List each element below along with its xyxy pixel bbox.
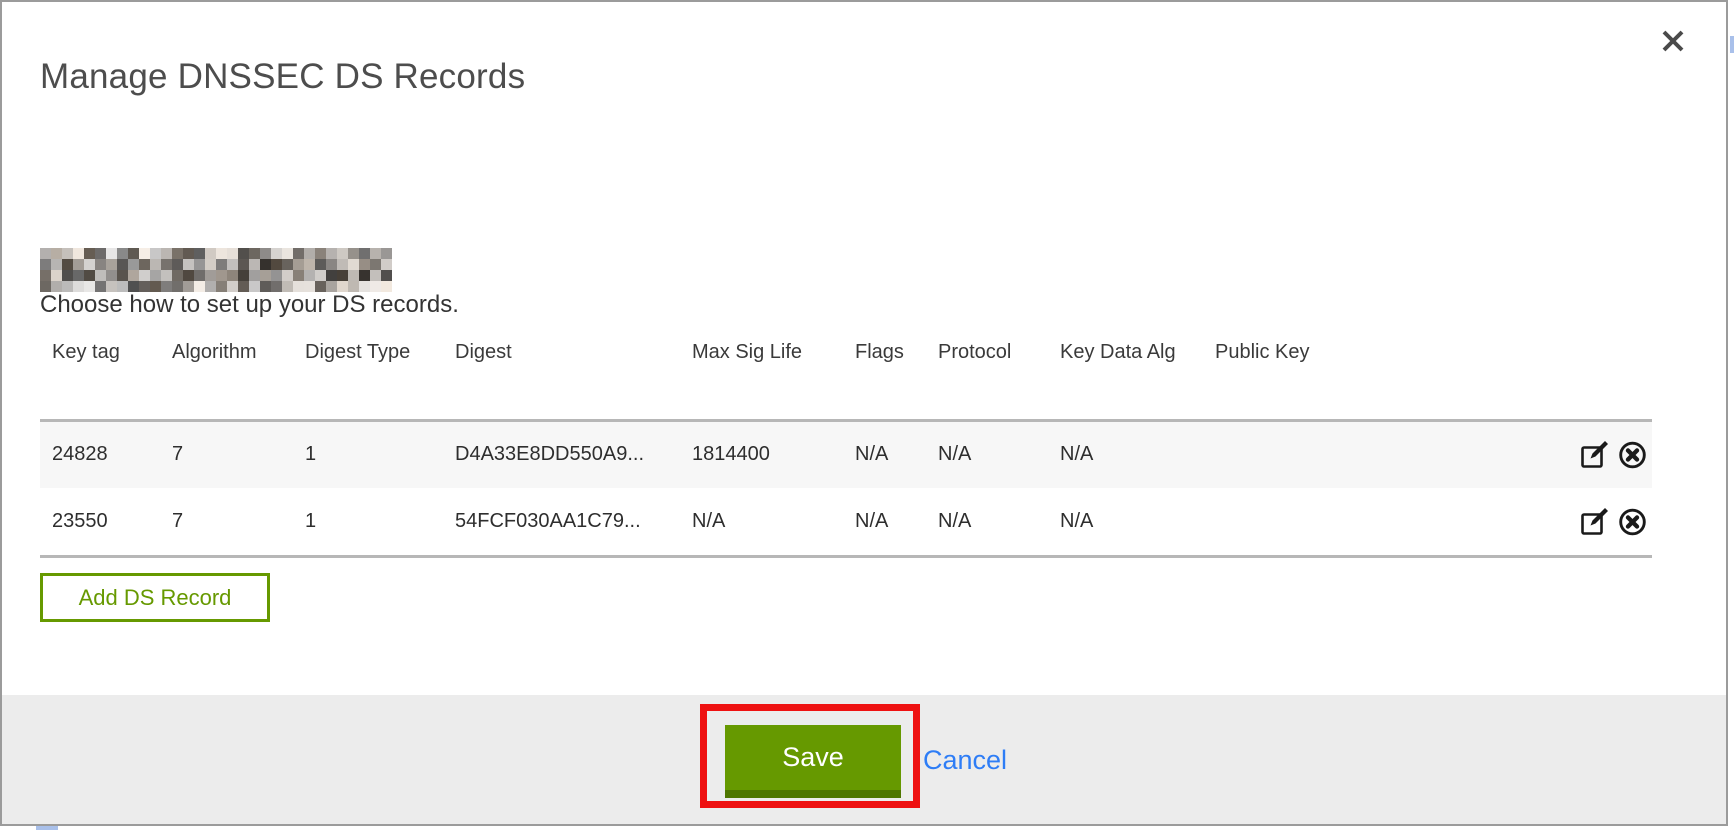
add-ds-record-button[interactable]: Add DS Record [40,573,270,622]
cell-flags: N/A [843,488,926,556]
cell-digest-type: 1 [293,488,443,556]
column-header-key-tag: Key tag [40,335,160,420]
cell-algorithm: 7 [160,420,293,488]
background-page-fragment [1730,36,1734,53]
cell-actions [1562,488,1652,556]
cancel-link[interactable]: Cancel [923,745,1007,776]
close-button[interactable] [1660,28,1692,60]
cell-digest-type: 1 [293,420,443,488]
cell-key-tag: 23550 [40,488,160,556]
cell-protocol: N/A [926,488,1048,556]
table-header-row: Key tag Algorithm Digest Type Digest Max… [40,335,1652,420]
instruction-text: Choose how to set up your DS records. [40,291,459,319]
screen: Manage DNSSEC DS Records Choose how to s… [0,0,1734,830]
save-button[interactable]: Save [725,725,901,798]
ds-records-table: Key tag Algorithm Digest Type Digest Max… [40,335,1652,558]
edit-record-button[interactable] [1579,439,1610,470]
column-header-digest-type: Digest Type [293,335,443,420]
modal-footer: Save Cancel [2,695,1726,824]
column-header-digest: Digest [443,335,680,420]
remove-record-button[interactable] [1617,439,1648,470]
cell-key-data-alg: N/A [1048,488,1203,556]
edit-record-button[interactable] [1579,506,1610,537]
column-header-protocol: Protocol [926,335,1048,420]
remove-icon [1617,506,1648,537]
edit-icon [1579,506,1610,537]
column-header-public-key: Public Key [1203,335,1562,420]
close-icon [1660,28,1686,54]
remove-record-button[interactable] [1617,506,1648,537]
cell-max-sig-life: N/A [680,488,843,556]
cell-actions [1562,420,1652,488]
cell-flags: N/A [843,420,926,488]
cell-protocol: N/A [926,420,1048,488]
cell-public-key [1203,420,1562,488]
table-row: 23550 7 1 54FCF030AA1C79... N/A N/A N/A … [40,488,1652,556]
column-header-max-sig-life: Max Sig Life [680,335,843,420]
cell-digest: 54FCF030AA1C79... [443,488,680,556]
page-title: Manage DNSSEC DS Records [40,56,525,98]
background-page-fragment [36,826,58,830]
column-header-flags: Flags [843,335,926,420]
column-header-algorithm: Algorithm [160,335,293,420]
cell-public-key [1203,488,1562,556]
manage-dnssec-dialog: Manage DNSSEC DS Records Choose how to s… [0,0,1728,826]
remove-icon [1617,439,1648,470]
table-row: 24828 7 1 D4A33E8DD550A9... 1814400 N/A … [40,420,1652,488]
cell-key-tag: 24828 [40,420,160,488]
redacted-domain [40,248,392,292]
cell-key-data-alg: N/A [1048,420,1203,488]
column-header-key-data-alg: Key Data Alg [1048,335,1203,420]
cell-algorithm: 7 [160,488,293,556]
cell-digest: D4A33E8DD550A9... [443,420,680,488]
edit-icon [1579,439,1610,470]
column-header-actions [1562,335,1652,420]
cell-max-sig-life: 1814400 [680,420,843,488]
